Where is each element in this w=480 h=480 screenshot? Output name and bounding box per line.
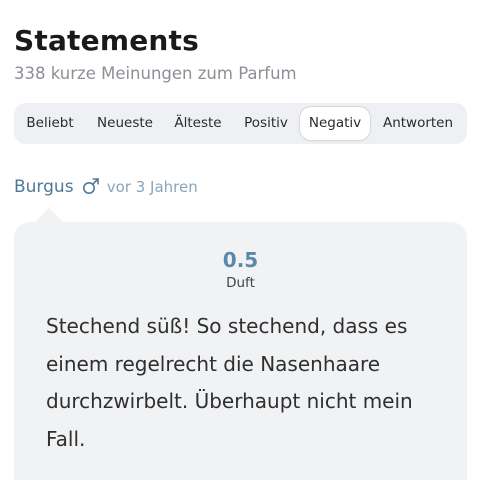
statements-page: Statements 338 kurze Meinungen zum Parfu… [0, 0, 480, 480]
author-name[interactable]: Burgus [14, 177, 74, 197]
tab-neueste[interactable]: Neueste [88, 107, 162, 140]
statement-meta: Burgus vor 3 Jahren [14, 177, 198, 203]
tab-positiv[interactable]: Positiv [234, 107, 298, 140]
statement-text: Stechend süß! So stechend, dass es einem… [46, 314, 413, 451]
statement-time: vor 3 Jahren [106, 178, 198, 196]
tab-negativ[interactable]: Negativ [300, 107, 370, 140]
card-pointer [34, 208, 64, 223]
rating-label: Duft [226, 275, 255, 291]
tab-beliebt[interactable]: Beliebt [17, 107, 83, 140]
male-symbol-icon [82, 177, 100, 195]
rating-value: 0.5 [222, 248, 259, 272]
filter-tabs: Beliebt Neueste Älteste Positiv Negativ … [14, 103, 467, 144]
tab-antworten[interactable]: Antworten [374, 107, 462, 140]
page-title: Statements [14, 24, 199, 57]
tab-aelteste[interactable]: Älteste [166, 107, 230, 140]
statement-card: 0.5 Duft Stechend süß! So stechend, dass… [14, 222, 467, 480]
page-subtitle: 338 kurze Meinungen zum Parfum [14, 64, 297, 83]
